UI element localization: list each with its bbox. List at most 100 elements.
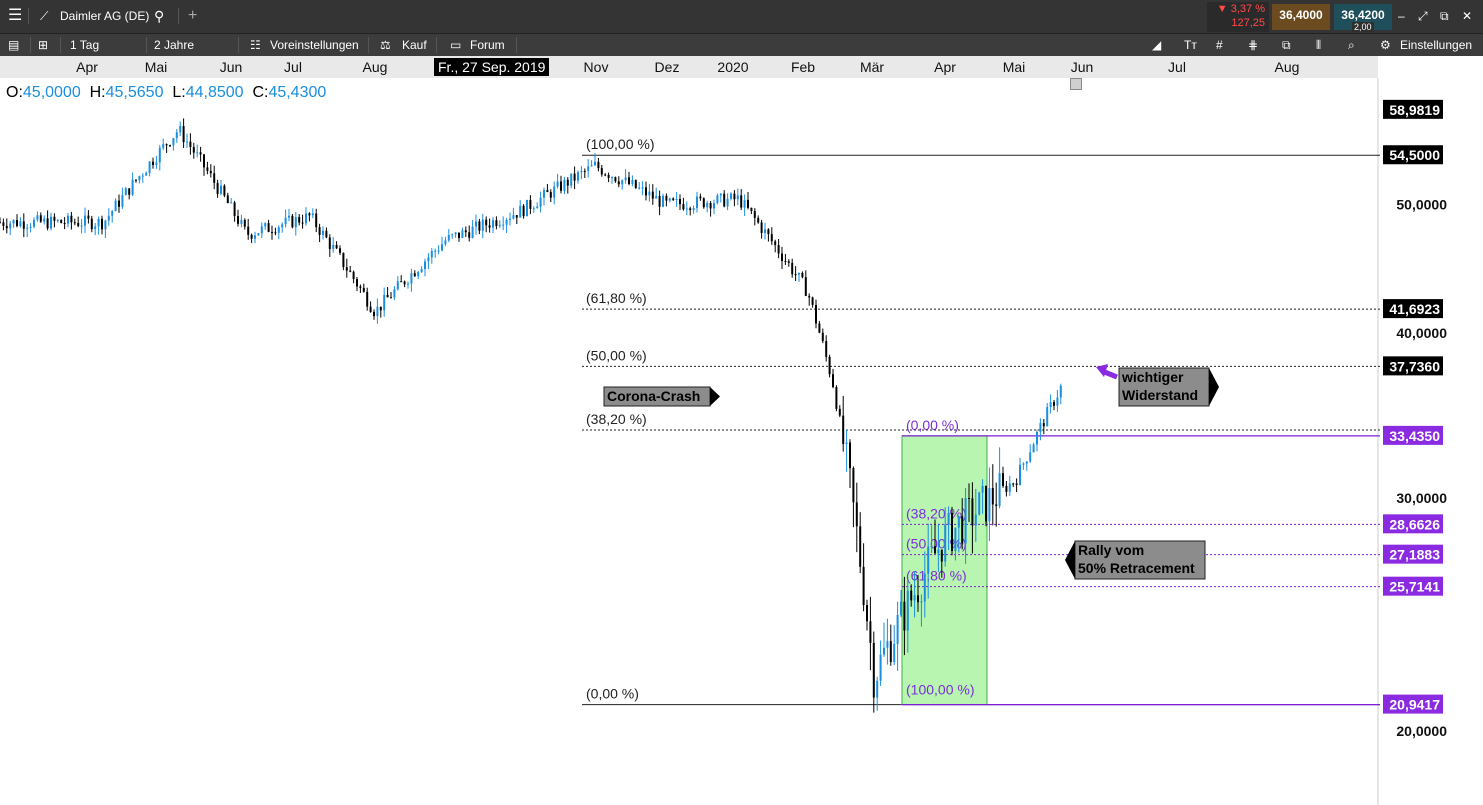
candle-body [271,231,273,233]
add-tab-icon[interactable]: + [188,5,197,27]
forum-button[interactable]: Forum [470,34,505,56]
grid-icon[interactable]: # [1216,34,1223,56]
candle-body [468,232,471,238]
candle-body [1008,483,1011,492]
bid-button[interactable]: 36,4000 [1272,4,1330,30]
candle-body [199,152,202,155]
candle-body [33,219,35,227]
candle-body [753,211,756,218]
layout-grid-icon[interactable]: ⊞ [38,34,48,56]
compare-icon[interactable]: ⧉ [1282,34,1291,56]
candle-body [743,199,746,208]
candle-body [294,217,297,228]
minimize-icon[interactable]: – [1398,5,1405,27]
time-label: Apr [76,59,98,75]
candle-body [760,222,763,234]
candle-body [672,198,675,200]
candle-body [444,240,447,245]
zoom-icon[interactable]: ⌕ [1348,34,1355,56]
candle-body [1029,452,1032,462]
candle-body [1053,402,1055,406]
candle-body [770,234,773,242]
candle-body [791,262,794,275]
popout-icon[interactable]: ⧉ [1440,5,1449,27]
annotation-corona-crash-pointer [710,387,720,406]
candle-body [104,220,107,230]
candle-body [87,215,90,219]
text-tool-icon[interactable]: Tт [1184,34,1197,56]
candle-body [821,332,824,342]
candle-body [587,166,590,171]
candle-body [556,181,559,187]
buy-icon: ⚖ [380,38,391,52]
price-tick-label: 20,0000 [1396,723,1447,739]
candle-body [539,197,542,207]
candle-body [1002,473,1004,486]
candle-body [876,680,879,698]
candle-body [600,168,603,175]
list-icon[interactable]: ▤ [8,34,19,56]
candle-body [702,198,705,208]
candle-body [39,215,42,222]
range-select[interactable]: 2 Jahre [154,34,194,56]
candle-body [811,297,814,305]
candle-body [583,170,586,172]
fib-second-label: (61,80 %) [906,568,967,584]
change-pct: ▼ 3,37 % [1216,3,1265,15]
settings-icon[interactable]: ⚙ [1380,34,1391,56]
candle-body [189,141,192,148]
candle-body [937,549,940,554]
candle-body [121,195,124,207]
candle-body [179,126,182,133]
ohlc-high: 45,5650 [105,84,164,101]
candle-body [893,643,896,662]
candle-body [230,202,233,204]
candle-body [832,374,834,388]
settings-button[interactable]: Einstellungen [1400,34,1472,56]
expand-icon[interactable]: ⤢ [1418,5,1428,27]
candle-body [869,621,872,643]
candle-body [305,213,307,224]
candle-body [668,198,671,201]
indicators-icon[interactable]: ⋕ [1248,34,1258,56]
change-block: ▼ 3,37 % 127,25 [1207,2,1269,32]
ohlc-close-label: C: [252,84,269,101]
menu-icon[interactable]: ☰ [8,5,22,27]
candle-body [971,498,974,526]
draw-line-icon[interactable]: ◢ [1152,34,1161,56]
time-label: Feb [790,59,816,75]
candle-body [458,232,460,238]
candle-body [1042,423,1045,427]
price-chart[interactable]: 20,0000 30,0000 40,0000 50,0000 (100,00 %) (6… [0,0,1483,805]
instrument-name[interactable]: Daimler AG (DE) [60,5,149,27]
candle-body [376,306,379,317]
close-icon[interactable]: ✕ [1462,5,1472,27]
candle-body [723,193,726,207]
candle-body [390,297,392,299]
search-icon[interactable]: ⚲ [154,5,164,27]
fib-second-label: (0,00 %) [906,417,959,433]
candle-body [135,179,137,181]
candle-body [804,277,807,296]
candle-body [386,294,389,298]
candle-body [56,220,59,222]
candle-body [1049,402,1052,408]
candle-type-icon[interactable]: ⫴ [1316,34,1321,56]
candle-body [315,213,318,228]
candle-body [80,225,83,227]
candle-body [138,176,141,181]
presets-button[interactable]: Voreinstellungen [270,34,359,56]
candle-body [373,311,375,317]
candle-body [651,191,654,199]
candle-body [145,172,148,176]
candle-body [1022,463,1025,465]
price-tick-label: 50,0000 [1396,197,1447,213]
candle-body [1025,461,1028,464]
candle-body [70,215,73,223]
time-cursor-marker[interactable] [1070,78,1082,90]
annotation-rally-text: Rally vom [1078,542,1144,558]
candle-body [155,162,158,166]
candle-body [509,218,511,220]
buy-button[interactable]: Kauf [402,34,427,56]
interval-select[interactable]: 1 Tag [70,34,99,56]
